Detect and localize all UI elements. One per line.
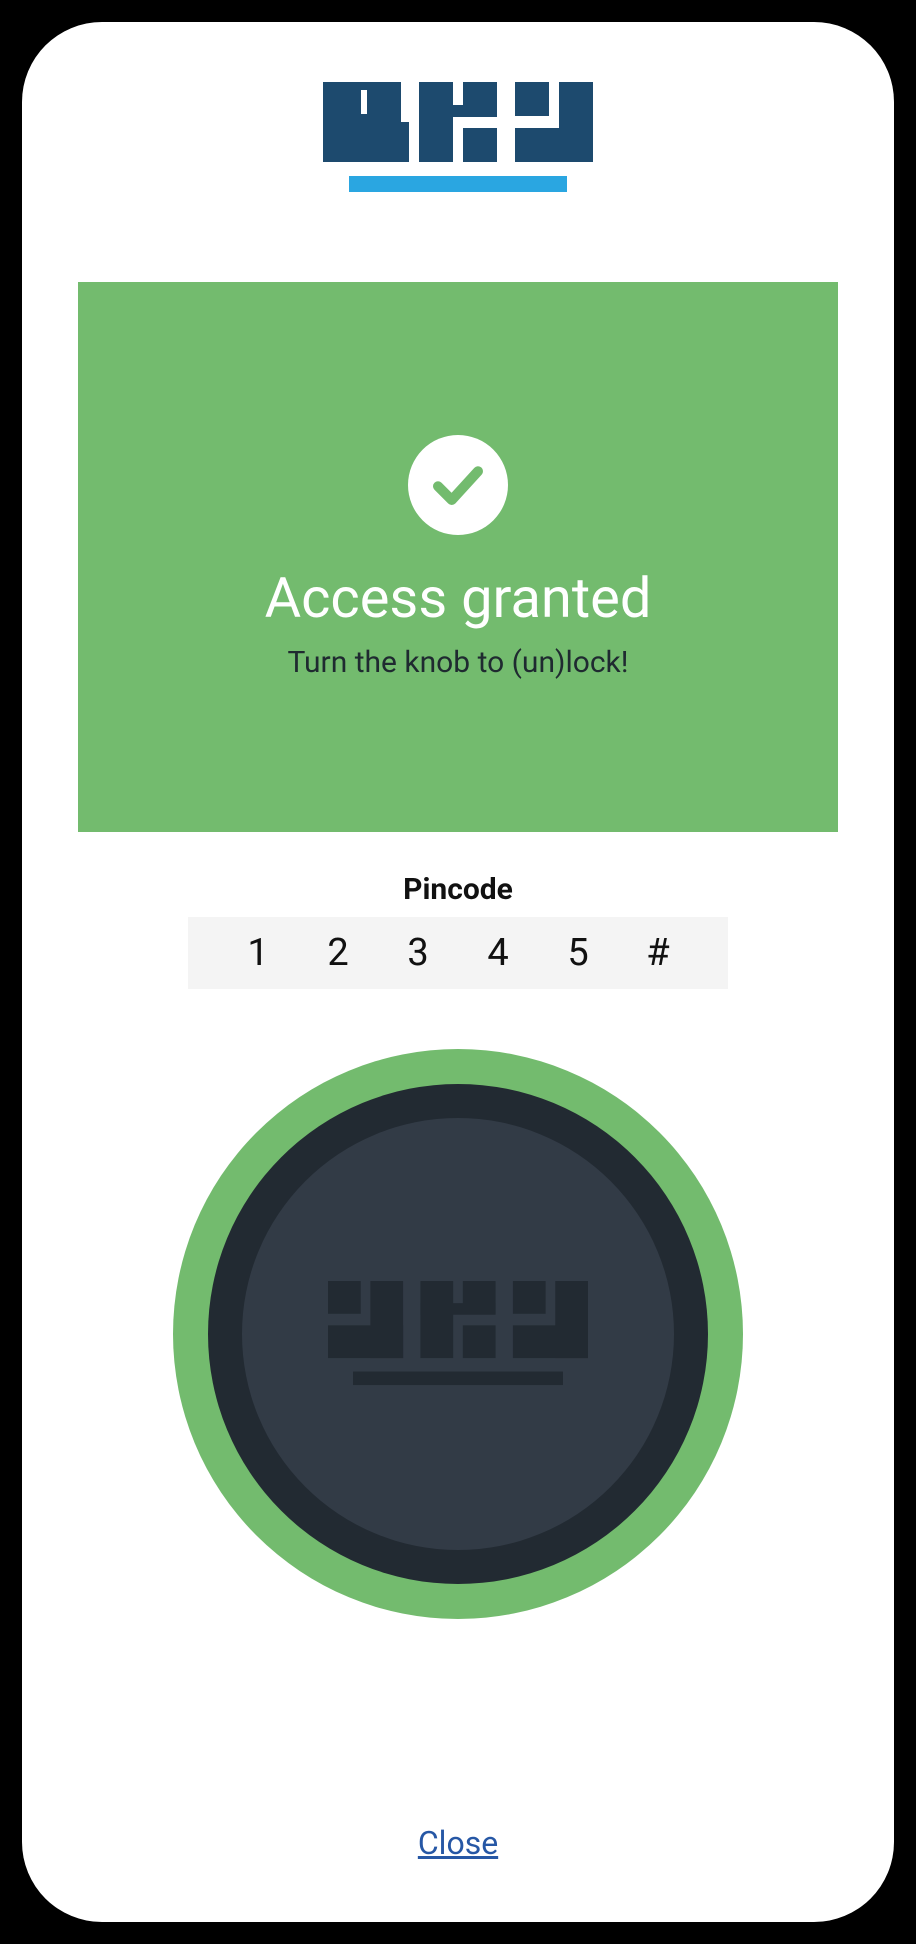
knob-outer-ring: [208, 1084, 708, 1584]
brand-logo: [323, 82, 593, 192]
check-icon: [408, 435, 508, 535]
status-panel: Access granted Turn the knob to (un)lock…: [78, 282, 838, 832]
pincode-digit: 1: [218, 931, 298, 975]
status-title: Access granted: [265, 565, 652, 631]
close-link[interactable]: Close: [418, 1824, 498, 1862]
pincode-label: Pincode: [403, 872, 513, 907]
knob-face: [242, 1118, 674, 1550]
sbs-logo-icon: [323, 82, 593, 192]
lock-knob[interactable]: [173, 1049, 743, 1619]
status-subtitle: Turn the knob to (un)lock!: [287, 645, 628, 680]
pincode-display: 1 2 3 4 5 #: [188, 917, 728, 989]
sbs-knob-logo-icon: [328, 1281, 588, 1387]
pincode-digit: 4: [458, 931, 538, 975]
pincode-digit: 5: [538, 931, 618, 975]
app-screen: Access granted Turn the knob to (un)lock…: [22, 22, 894, 1922]
pincode-digit: 3: [378, 931, 458, 975]
pincode-digit: 2: [298, 931, 378, 975]
pincode-digit: #: [618, 931, 698, 975]
